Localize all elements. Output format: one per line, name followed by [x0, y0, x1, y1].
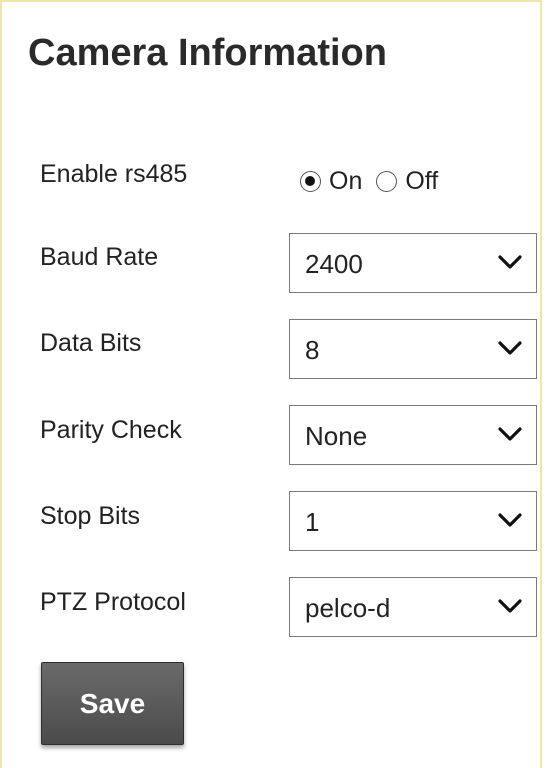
ptz-protocol-label: PTZ Protocol [40, 588, 186, 616]
page-title: Camera Information [28, 32, 387, 74]
parity-check-label: Parity Check [40, 416, 182, 444]
baud-rate-select[interactable]: 2400 [289, 233, 537, 293]
stop-bits-select[interactable]: 1 [289, 491, 537, 551]
data-bits-label: Data Bits [40, 329, 142, 357]
chevron-down-icon [498, 341, 522, 355]
ptz-protocol-select[interactable]: pelco-d [289, 577, 537, 637]
enable-rs485-label: Enable rs485 [40, 160, 188, 188]
camera-info-panel: Camera Information Enable rs485 On Off B… [0, 0, 542, 768]
baud-rate-label: Baud Rate [40, 243, 159, 271]
baud-rate-value: 2400 [305, 249, 363, 279]
data-bits-select[interactable]: 8 [289, 319, 537, 379]
rs485-off-label[interactable]: Off [405, 167, 438, 196]
stop-bits-value: 1 [305, 507, 320, 537]
parity-check-value: None [305, 421, 368, 451]
chevron-down-icon [498, 427, 522, 441]
rs485-off-radio[interactable] [376, 171, 398, 192]
ptz-protocol-value: pelco-d [305, 593, 391, 623]
stop-bits-label: Stop Bits [40, 502, 141, 530]
parity-check-select[interactable]: None [289, 405, 537, 465]
rs485-radio-group: On Off [300, 167, 452, 196]
rs485-on-radio[interactable] [300, 171, 321, 192]
chevron-down-icon [498, 599, 522, 613]
rs485-on-label[interactable]: On [329, 167, 362, 196]
data-bits-value: 8 [305, 335, 320, 365]
chevron-down-icon [498, 255, 522, 269]
save-button[interactable]: Save [41, 662, 184, 745]
chevron-down-icon [498, 513, 522, 527]
